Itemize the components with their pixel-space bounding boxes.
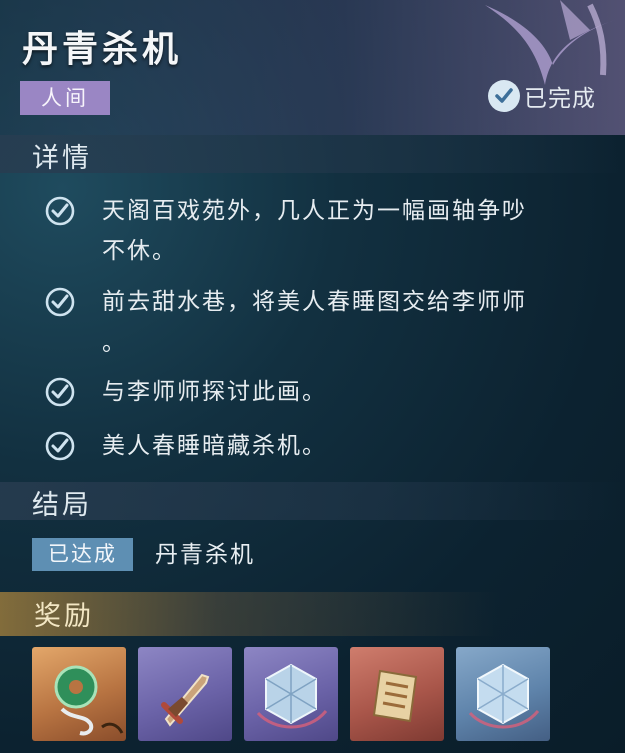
quest-panel: 丹青杀机 人间 已完成 详情 天阁百戏苑外，几人正为一幅画轴争吵 不休。 前去甜… bbox=[0, 0, 625, 753]
detail-item-2-line2: 。 bbox=[102, 330, 127, 356]
reward-slot-3[interactable] bbox=[244, 647, 338, 741]
reward-slot-4[interactable] bbox=[350, 647, 444, 741]
check-icon bbox=[45, 377, 75, 407]
jade-pendant-icon bbox=[54, 665, 124, 736]
ending-section-header bbox=[0, 482, 625, 520]
detail-item-2-line1: 前去甜水巷，将美人春睡图交给李师师 bbox=[102, 289, 527, 315]
check-icon bbox=[45, 287, 75, 317]
reward-slot-1[interactable] bbox=[32, 647, 126, 741]
detail-item-1-line2: 不休。 bbox=[102, 238, 177, 264]
rewards-heading: 奖励 bbox=[34, 601, 94, 632]
ending-name: 丹青杀机 bbox=[155, 542, 255, 568]
status-text: 已完成 bbox=[524, 86, 596, 112]
details-heading: 详情 bbox=[32, 143, 92, 174]
crystal-cube-icon bbox=[468, 663, 540, 729]
detail-item-3-line1: 与李师师探讨此画。 bbox=[102, 379, 327, 405]
ending-achieved-badge: 已达成 bbox=[32, 538, 133, 571]
detail-item-1-line1: 天阁百戏苑外，几人正为一幅画轴争吵 bbox=[102, 198, 527, 224]
check-icon bbox=[45, 196, 75, 226]
quest-category-badge: 人间 bbox=[20, 81, 110, 115]
reward-slot-5[interactable] bbox=[456, 647, 550, 741]
feather-emblem-icon bbox=[485, 0, 615, 85]
crystal-cube-icon bbox=[256, 663, 328, 729]
quest-title: 丹青杀机 bbox=[22, 28, 183, 70]
detail-item-4-line1: 美人春睡暗藏杀机。 bbox=[102, 433, 327, 459]
check-icon bbox=[45, 431, 75, 461]
ending-heading: 结局 bbox=[32, 490, 92, 521]
scroll-icon bbox=[372, 669, 418, 723]
status-check-icon bbox=[488, 80, 520, 112]
quest-status: 已完成 bbox=[488, 78, 596, 114]
dagger-icon bbox=[161, 673, 210, 727]
details-section-header bbox=[0, 135, 625, 173]
reward-slot-2[interactable] bbox=[138, 647, 232, 741]
